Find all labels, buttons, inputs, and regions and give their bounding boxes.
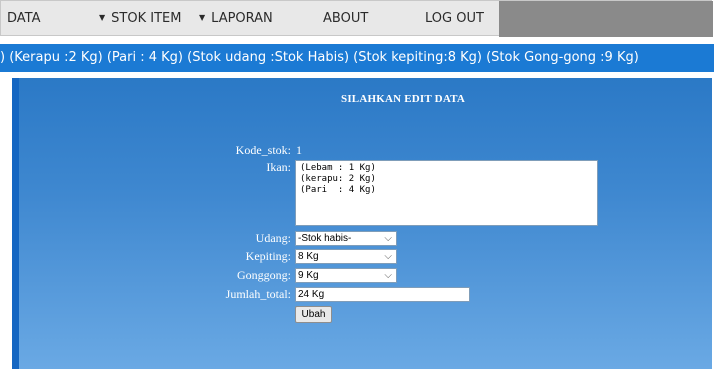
chevron-down-icon: ⌵ (384, 251, 392, 262)
ticker-text: ) (Kerapu :2 Kg) (Pari : 4 Kg) (Stok uda… (0, 50, 639, 65)
kode-stok-label: Kode_stok: (235, 143, 291, 157)
jumlah-total-label: Jumlah_total: (225, 287, 291, 301)
gonggong-label: Gonggong: (237, 268, 291, 282)
dropdown-caret-icon: ▼ (199, 13, 206, 22)
ikan-label: Ikan: (266, 160, 291, 174)
kepiting-label: Kepiting: (245, 249, 291, 263)
nav-spacer (499, 1, 713, 37)
chevron-down-icon: ⌵ (384, 233, 392, 244)
chevron-down-icon: ⌵ (384, 270, 392, 281)
gonggong-select-value: 9 Kg (298, 270, 319, 281)
udang-select-value: -Stok habis- (298, 233, 352, 244)
nav-item-data[interactable]: DATA (7, 11, 41, 26)
gonggong-select[interactable]: 9 Kg ⌵ (295, 268, 397, 283)
nav-item-stok-item-label: STOK ITEM (111, 11, 182, 26)
ubah-button[interactable]: Ubah (295, 306, 332, 323)
top-nav: DATA ▼ STOK ITEM ▼ LAPORAN ABOUT LOG OUT (0, 0, 713, 37)
nav-item-laporan-label: LAPORAN (211, 11, 273, 26)
udang-label: Udang: (255, 231, 291, 245)
nav-item-laporan[interactable]: ▼ LAPORAN (199, 11, 273, 26)
ikan-textarea[interactable]: (Lebam : 1 Kg) (kerapu: 2 Kg) (Pari : 4 … (295, 160, 598, 226)
jumlah-total-input[interactable]: 24 Kg (295, 287, 470, 302)
nav-item-about[interactable]: ABOUT (323, 11, 368, 26)
panel-edge (12, 78, 19, 369)
nav-item-logout[interactable]: LOG OUT (425, 11, 484, 26)
nav-item-stok-item[interactable]: ▼ STOK ITEM (99, 11, 181, 26)
kepiting-select[interactable]: 8 Kg ⌵ (295, 249, 397, 264)
form-title: SILAHKAN EDIT DATA (341, 93, 466, 105)
kode-stok-value: 1 (296, 143, 302, 157)
dropdown-caret-icon: ▼ (99, 13, 106, 22)
stock-ticker: ) (Kerapu :2 Kg) (Pari : 4 Kg) (Stok uda… (0, 44, 714, 72)
udang-select[interactable]: -Stok habis- ⌵ (295, 231, 397, 246)
kepiting-select-value: 8 Kg (298, 251, 319, 262)
